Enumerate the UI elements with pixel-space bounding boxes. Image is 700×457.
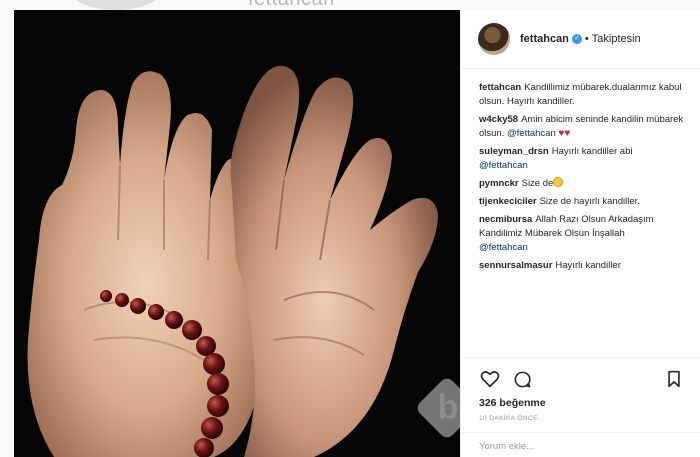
comment-username[interactable]: fettahcan — [479, 82, 521, 93]
comment-item: suleyman_drsn Hayırlı kandiller abi @fett… — [479, 145, 690, 173]
post-photo[interactable] — [14, 10, 460, 457]
background-username: fettahcan — [248, 0, 335, 10]
background-profile-header: fettahcan — [0, 0, 700, 10]
comment-username[interactable]: sennursalmasur — [479, 260, 552, 271]
praying-hands-image — [14, 10, 460, 457]
post-actions: 326 beğenme 10 DAKİKA ÖNCE Yorum ekle... — [461, 357, 700, 457]
heart-outline-icon[interactable] — [479, 368, 501, 390]
comment-text: Size de hayırlı kandiller. — [539, 196, 640, 207]
caption-comment: fettahcan Kandillimiz mübarek.dualarımız … — [479, 81, 690, 109]
post-side-panel: fettahcan ✓ • Takiptesin fettahcan Kandil… — [460, 10, 700, 457]
comment-text: Hayırlı kandiller — [555, 260, 621, 271]
comment-list: fettahcan Kandillimiz mübarek.dualarımız … — [461, 69, 700, 359]
author-avatar[interactable] — [478, 23, 510, 55]
background-avatar — [68, 0, 164, 10]
follow-status-button[interactable]: Takiptesin — [592, 33, 641, 45]
verified-badge-icon: ✓ — [571, 34, 582, 44]
add-comment-input[interactable]: Yorum ekle... — [461, 432, 700, 457]
comment-item: sennursalmasur Hayırlı kandiller — [479, 259, 690, 273]
comment-item: pymnckr Size de — [479, 177, 690, 191]
smiling-emoji-icon — [553, 177, 564, 187]
comment-text: Size de — [521, 178, 554, 189]
comment-username[interactable]: pymnckr — [479, 178, 519, 189]
comment-mention-link[interactable]: @fettahcan — [507, 128, 556, 139]
comment-mention-link[interactable]: @fettahcan — [479, 160, 528, 171]
comment-item: w4cky58 Amin abicim seninde kandilin müba… — [479, 113, 690, 141]
comment-username[interactable]: w4cky58 — [479, 114, 518, 125]
comment-bubble-icon[interactable] — [511, 368, 533, 390]
comment-username[interactable]: suleyman_drsn — [479, 146, 549, 157]
comment-username[interactable]: tijenkeciciler — [479, 196, 537, 207]
post-timestamp: 10 DAKİKA ÖNCE — [479, 415, 538, 422]
action-icons-row — [479, 366, 685, 392]
bookmark-icon[interactable] — [663, 368, 685, 390]
separator-dot: • — [584, 33, 589, 45]
author-username[interactable]: fettahcan — [520, 33, 569, 45]
comment-text: Hayırlı kandiller abi — [551, 146, 633, 157]
comment-username[interactable]: necmibursa — [479, 214, 532, 225]
comment-mention-link[interactable]: @fettahcan — [479, 242, 528, 253]
comment-item: tijenkeciciler Size de hayırlı kandiller. — [479, 195, 690, 209]
red-heart-emoji: ♥♥ — [558, 128, 571, 139]
post-header: fettahcan ✓ • Takiptesin — [461, 10, 700, 69]
comment-item: necmibursa Allah Razı Olsun Arkadaşım Kan… — [479, 213, 690, 255]
like-count[interactable]: 326 beğenme — [479, 397, 685, 409]
